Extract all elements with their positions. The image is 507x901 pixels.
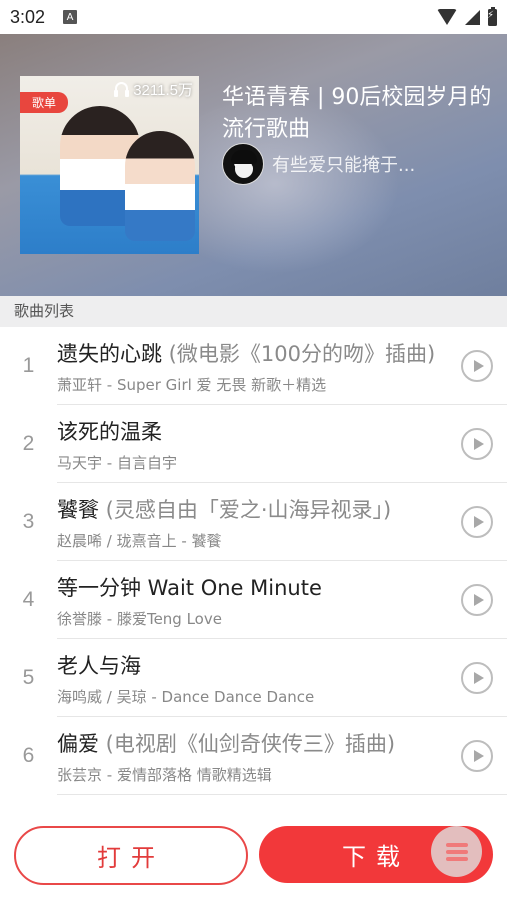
cover-photo-figure	[125, 131, 195, 241]
divider	[57, 794, 507, 795]
headphones-icon	[114, 82, 130, 97]
list-item[interactable]: 3 饕餮 (灵感自由「爱之·山海异视录」) 赵晨唏 / 珑熹音上 - 饕餮	[0, 483, 507, 561]
song-meta: 海鸣威 / 吴琼 - Dance Dance Dance	[57, 688, 315, 706]
wifi-icon	[437, 9, 457, 25]
song-number: 4	[22, 588, 35, 611]
playlist-badge: 歌单	[20, 92, 69, 113]
list-item[interactable]: 4 等一分钟 Wait One Minute 徐誉滕 - 滕爱Teng Love	[0, 561, 507, 639]
play-icon[interactable]	[461, 350, 493, 382]
song-number: 3	[22, 510, 35, 533]
list-item[interactable]: 2 该死的温柔 马天宇 - 自言自宇	[0, 405, 507, 483]
playlist-author[interactable]: 有些爱只能掩于...	[222, 143, 415, 185]
author-name[interactable]: 有些爱只能掩于...	[272, 151, 415, 177]
list-item[interactable]: 6 偏爱 (电视剧《仙剑奇侠传三》插曲) 张芸京 - 爱情部落格 情歌精选辑	[0, 717, 507, 795]
song-meta: 马天宇 - 自言自宇	[57, 454, 177, 472]
song-title: 饕餮 (灵感自由「爱之·山海异视录」)	[57, 498, 392, 522]
song-title: 偏爱 (电视剧《仙剑奇侠传三》插曲)	[57, 732, 396, 756]
song-title: 该死的温柔	[57, 420, 162, 444]
bottom-action-bar: 打开 下载	[0, 810, 507, 901]
song-number: 1	[22, 354, 35, 377]
avatar[interactable]	[222, 143, 264, 185]
song-number: 6	[22, 744, 35, 767]
playlist-cover[interactable]: 歌单 3211.5万	[20, 76, 199, 254]
song-subtitle: (灵感自由「爱之·山海异视录」)	[99, 498, 392, 522]
play-icon[interactable]	[461, 584, 493, 616]
song-number: 5	[22, 666, 35, 689]
song-meta: 张芸京 - 爱情部落格 情歌精选辑	[57, 766, 272, 784]
status-bar: 3:02 A	[0, 0, 507, 34]
status-icons	[437, 6, 497, 26]
song-meta: 赵晨唏 / 珑熹音上 - 饕餮	[57, 532, 222, 550]
song-meta: 徐誉滕 - 滕爱Teng Love	[57, 610, 222, 628]
playlist-title: 华语青春 | 90后校园岁月的流行歌曲	[222, 85, 492, 142]
song-meta: 萧亚轩 - Super Girl 爱 无畏 新歌＋精选	[57, 376, 327, 394]
song-title: 遗失的心跳 (微电影《100分的吻》插曲)	[57, 342, 436, 366]
list-item[interactable]: 5 老人与海 海鸣威 / 吴琼 - Dance Dance Dance	[0, 639, 507, 717]
play-count-value: 3211.5万	[133, 82, 193, 99]
notification-a-icon: A	[63, 10, 78, 24]
play-count: 3211.5万	[114, 79, 193, 100]
playlist-header: 歌单 3211.5万 华语青春 | 90后校园岁月的流行歌曲 有些爱只能掩于..…	[0, 34, 507, 296]
song-title: 等一分钟 Wait One Minute	[57, 576, 322, 600]
screen: 3:02 A 歌单 3211.5万 华语青春 | 90后校园岁月的流行歌曲 有些…	[0, 0, 507, 901]
play-icon[interactable]	[461, 506, 493, 538]
status-time: 3:02	[10, 6, 46, 27]
menu-icon[interactable]	[431, 826, 482, 877]
song-subtitle: (电视剧《仙剑奇侠传三》插曲)	[99, 732, 396, 756]
play-icon[interactable]	[461, 428, 493, 460]
section-header: 歌曲列表	[0, 296, 507, 327]
song-list: 1 遗失的心跳 (微电影《100分的吻》插曲) 萧亚轩 - Super Girl…	[0, 327, 507, 810]
signal-icon	[465, 9, 480, 25]
song-number: 2	[22, 432, 35, 455]
list-item[interactable]: 1 遗失的心跳 (微电影《100分的吻》插曲) 萧亚轩 - Super Girl…	[0, 327, 507, 405]
song-subtitle: (微电影《100分的吻》插曲)	[162, 342, 436, 366]
play-icon[interactable]	[461, 740, 493, 772]
play-icon[interactable]	[461, 662, 493, 694]
open-button[interactable]: 打开	[14, 826, 248, 885]
battery-charging-icon	[487, 6, 497, 26]
song-title: 老人与海	[57, 654, 141, 678]
